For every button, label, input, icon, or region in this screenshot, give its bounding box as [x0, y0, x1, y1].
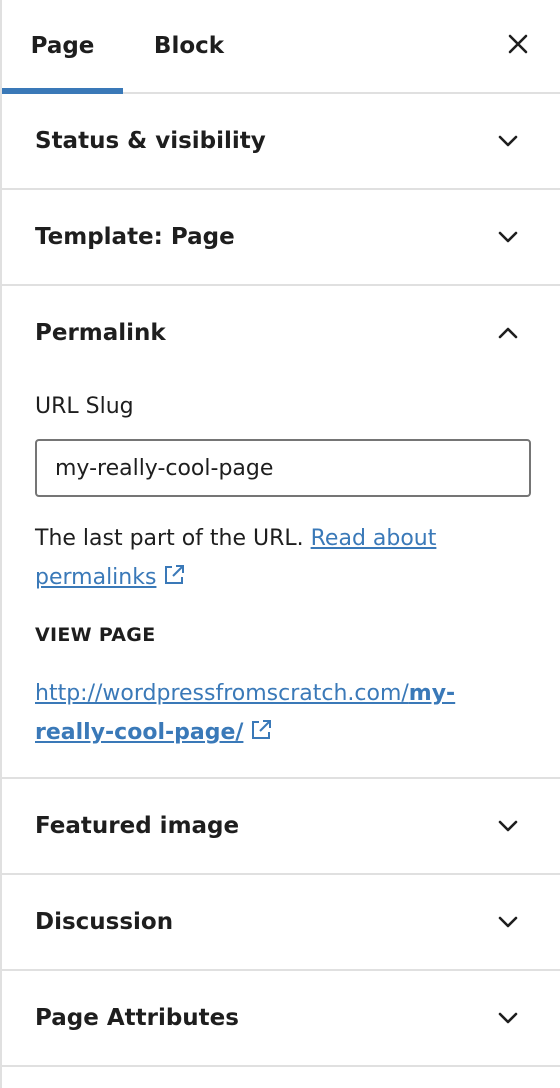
- chevron-down-icon: [496, 814, 520, 838]
- panel-template: Template: Page: [2, 190, 560, 286]
- tab-block[interactable]: Block: [123, 0, 255, 92]
- external-link-icon: [162, 561, 186, 600]
- view-page-url: http://wordpressfromscratch.com/my-reall…: [35, 674, 532, 755]
- panel-toggle-discussion[interactable]: Discussion: [2, 875, 560, 969]
- view-page-label: VIEW PAGE: [35, 624, 156, 646]
- panel-title: Template: Page: [35, 224, 235, 250]
- chevron-down-icon: [496, 1006, 520, 1030]
- chevron-down-icon: [496, 225, 520, 249]
- view-url-base: http://wordpressfromscratch.com/: [35, 681, 409, 706]
- panel-toggle-status-visibility[interactable]: Status & visibility: [2, 94, 560, 188]
- panel-title: Status & visibility: [35, 128, 266, 154]
- panel-toggle-page-attributes[interactable]: Page Attributes: [2, 971, 560, 1065]
- panel-discussion: Discussion: [2, 875, 560, 971]
- panel-toggle-template[interactable]: Template: Page: [2, 190, 560, 284]
- permalink-body: URL Slug The last part of the URL. Read …: [2, 394, 560, 777]
- chevron-down-icon: [496, 910, 520, 934]
- chevron-up-icon: [496, 321, 520, 345]
- panel-title: Permalink: [35, 320, 166, 346]
- url-slug-input[interactable]: [35, 439, 531, 497]
- panel-title: Discussion: [35, 909, 174, 935]
- settings-sidebar: Page Block Status & visibility Template:…: [0, 0, 560, 1088]
- sidebar-tabs: Page Block: [2, 0, 560, 94]
- help-text: The last part of the URL.: [35, 526, 311, 551]
- panel-status-visibility: Status & visibility: [2, 94, 560, 190]
- url-slug-help: The last part of the URL. Read about per…: [35, 519, 532, 600]
- chevron-down-icon: [496, 129, 520, 153]
- panel-page-attributes: Page Attributes: [2, 971, 560, 1067]
- url-slug-label: URL Slug: [35, 394, 134, 419]
- external-link-icon: [249, 716, 273, 755]
- panel-title: Page Attributes: [35, 1005, 239, 1031]
- panel-featured-image: Featured image: [2, 779, 560, 875]
- panel-title: Featured image: [35, 813, 240, 839]
- tab-page[interactable]: Page: [2, 0, 123, 92]
- panel-toggle-featured-image[interactable]: Featured image: [2, 779, 560, 873]
- panel-toggle-permalink[interactable]: Permalink: [2, 286, 560, 380]
- view-page-link[interactable]: http://wordpressfromscratch.com/my-reall…: [35, 681, 455, 745]
- panel-permalink: Permalink URL Slug The last part of the …: [2, 286, 560, 779]
- close-sidebar-button[interactable]: [500, 28, 536, 64]
- close-icon: [507, 33, 529, 59]
